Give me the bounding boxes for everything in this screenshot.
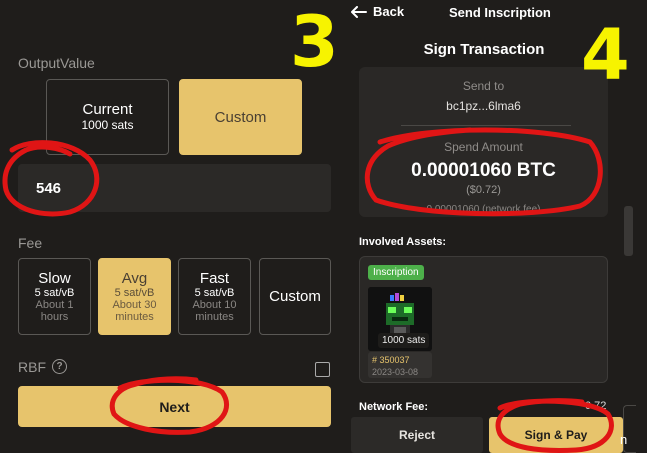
output-current-value: 1000 sats — [81, 118, 134, 132]
reject-label: Reject — [398, 428, 436, 442]
inscription-date: 2023-03-08 — [372, 367, 419, 377]
spend-amount-usd: ($0.72) — [466, 184, 501, 196]
help-icon[interactable]: ? — [52, 359, 67, 374]
scrollbar[interactable] — [624, 206, 633, 256]
fee-option-custom[interactable]: Custom — [259, 258, 331, 335]
truncated-text: n — [620, 432, 628, 447]
fee-option-fast[interactable]: Fast 5 sat/vB About 10 minutes — [178, 258, 251, 335]
fee-avg-title: Avg — [121, 270, 148, 287]
network-fee-label: Network Fee: — [359, 401, 429, 413]
next-button-label: Next — [159, 398, 190, 415]
fee-custom-label: Custom — [269, 288, 321, 305]
send-to-address: bc1pz...6lma6 — [446, 99, 521, 113]
help-glyph: ? — [56, 361, 63, 372]
back-label: Back — [373, 4, 405, 19]
reject-button[interactable]: Reject — [351, 417, 483, 453]
spend-amount-label: Spend Amount — [444, 140, 523, 154]
step-number-3: 3 — [290, 1, 339, 83]
next-button[interactable]: Next — [18, 386, 331, 427]
fee-avg-rate: 5 sat/vB — [114, 287, 155, 299]
fee-option-slow[interactable]: Slow 5 sat/vB About 1 hours — [18, 258, 91, 335]
rbf-label: RBF — [18, 359, 46, 375]
fee-avg-eta1: About 30 — [112, 299, 157, 311]
sign-and-pay-button[interactable]: Sign & Pay — [489, 417, 623, 453]
inscription-badge: Inscription — [368, 265, 424, 280]
fee-avg-eta2: minutes — [115, 311, 154, 323]
network-fee-line: 0.00001060 (network fee) — [426, 204, 541, 215]
send-to-label: Send to — [462, 79, 505, 93]
rbf-checkbox[interactable] — [315, 362, 330, 377]
step-number-4: 4 — [581, 14, 630, 96]
output-current-option[interactable]: Current 1000 sats — [46, 79, 169, 155]
card-divider — [401, 125, 571, 126]
back-arrow-icon — [351, 5, 367, 18]
output-value-text: 546 — [36, 180, 62, 197]
fee-slow-eta2: hours — [40, 311, 69, 323]
involved-assets-card: Inscription 1000 sats # 350037 2023-03-0… — [359, 256, 608, 383]
output-custom-option[interactable]: Custom — [179, 79, 302, 155]
fee-slow-eta1: About 1 — [35, 299, 74, 311]
inscription-number: # 350037 — [372, 355, 410, 365]
fee-slow-rate: 5 sat/vB — [34, 287, 75, 299]
fee-label: Fee — [18, 235, 43, 251]
output-current-title: Current — [82, 101, 133, 118]
output-value-label: OutputValue — [18, 55, 95, 71]
involved-assets-label: Involved Assets: — [359, 236, 447, 248]
fee-fast-eta1: About 10 — [192, 299, 237, 311]
fee-fast-title: Fast — [199, 270, 230, 287]
output-custom-label: Custom — [214, 108, 267, 126]
output-fee-panel: OutputValue Current 1000 sats Custom 546… — [0, 0, 345, 453]
send-summary-card: Send to bc1pz...6lma6 Spend Amount 0.000… — [359, 67, 608, 217]
sign-transaction-panel: Back Send Inscription Sign Transaction S… — [345, 0, 647, 453]
network-fee-value: 0.72 — [585, 400, 607, 412]
spend-amount-value: 0.00001060 BTC — [411, 160, 556, 181]
sign-pay-label: Sign & Pay — [524, 428, 588, 442]
fee-fast-rate: 5 sat/vB — [194, 287, 235, 299]
header-title: Send Inscription — [449, 5, 551, 20]
fee-option-avg[interactable]: Avg 5 sat/vB About 30 minutes — [98, 258, 171, 335]
output-value-input[interactable]: 546 — [18, 164, 331, 212]
inscription-sats: 1000 sats — [378, 333, 430, 348]
back-button[interactable]: Back — [351, 4, 404, 19]
fee-fast-eta2: minutes — [195, 311, 234, 323]
fee-slow-title: Slow — [38, 270, 71, 287]
